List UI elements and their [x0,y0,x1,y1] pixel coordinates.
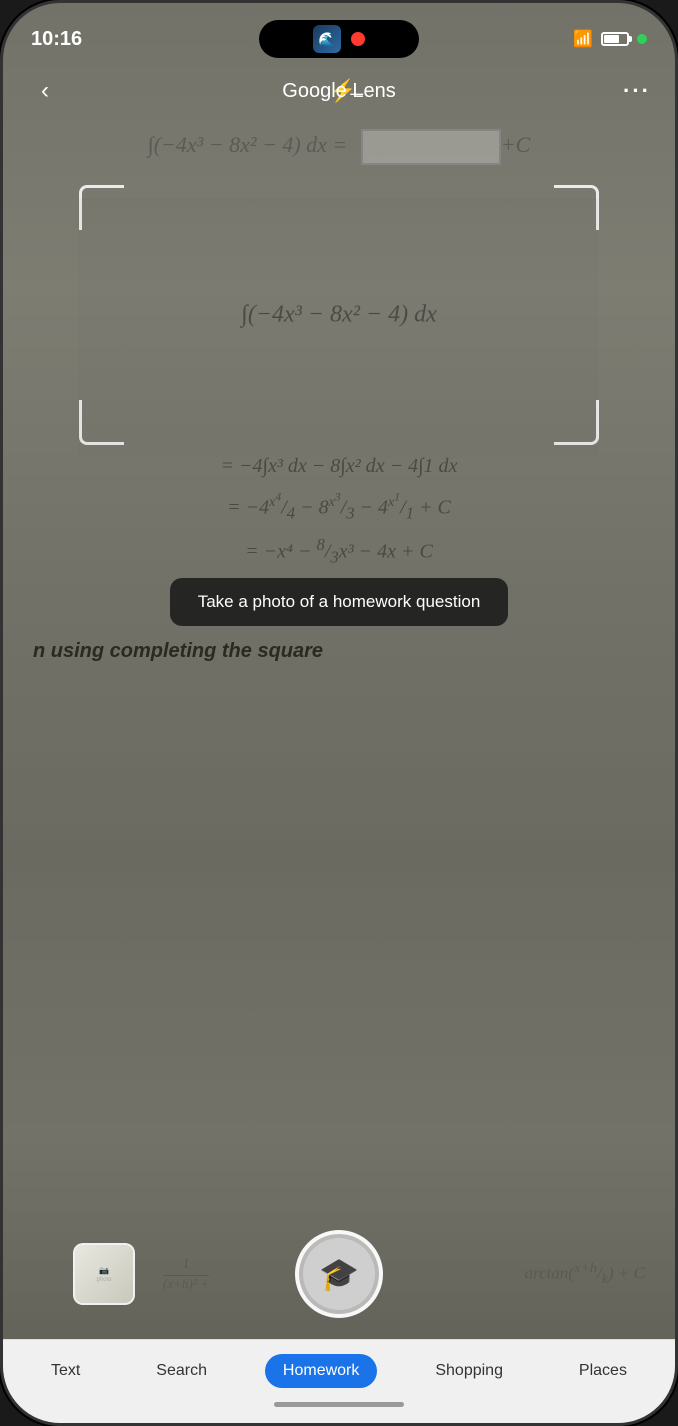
math-solution-area: = −4∫x³ dx − 8∫x² dx − 4∫1 dx = −4x4/4 −… [3,455,675,568]
top-math-equation: ∫(−4x³ − 8x² − 4) dx = +C [43,129,635,165]
tab-text[interactable]: Text [33,1354,98,1388]
app-thumbnail: 🌊 [313,25,341,53]
more-options-button[interactable]: ··· [623,78,651,104]
answer-box [361,129,501,165]
math-line-2: = −4x4/4 − 8x3/3 − 4x1/1 + C [227,490,451,523]
home-indicator [3,1394,675,1423]
thumbnail-inner: 📷 photo [75,1245,133,1303]
tab-shopping[interactable]: Shopping [417,1354,521,1388]
tab-places[interactable]: Places [561,1354,645,1388]
status-time: 10:16 [31,28,82,51]
fraction-right: arctan(x+h/k) + C [525,1260,645,1288]
graduation-cap-icon: 🎓 [319,1255,359,1293]
battery-icon [601,32,629,46]
bottom-controls: 📷 photo 1 (x+h)² + 🎓 arctan(x+h/k) + C [3,1209,675,1423]
homework-tooltip: Take a photo of a homework question [170,578,509,626]
math-line-3: = −x⁴ − 8/3x³ − 4x + C [245,535,433,568]
record-dot-icon [351,32,365,46]
completing-square-label: n using completing the square [33,640,323,662]
viewfinder-clear-area [78,198,598,458]
gallery-thumbnail[interactable]: 📷 photo [73,1243,135,1305]
phone-frame: 10:16 🌊 📶 ‹ ⚡̶ Google Lens ··· [0,0,678,1426]
tab-search[interactable]: Search [138,1354,225,1388]
status-icons: 📶 [573,29,647,49]
tab-bar: Text Search Homework Shopping Places [3,1339,675,1394]
math-line-1: = −4∫x³ dx − 8∫x² dx − 4∫1 dx [221,455,458,478]
app-header: ‹ ⚡̶ Google Lens ··· [3,63,675,119]
dynamic-island-container: 🌊 [259,20,419,58]
math-top-area: ∫(−4x³ − 8x² − 4) dx = +C [3,119,675,175]
wifi-icon: 📶 [573,29,593,49]
tooltip-text: Take a photo of a homework question [198,592,481,611]
camera-controls-row: 📷 photo 1 (x+h)² + 🎓 arctan(x+h/k) + C [3,1209,675,1339]
home-bar [274,1402,404,1407]
status-bar: 10:16 🌊 📶 [3,3,675,63]
back-button[interactable]: ‹ [27,77,63,105]
completing-square-text: n using completing the square [3,640,675,663]
fraction-left: 1 (x+h)² + [163,1256,209,1292]
dynamic-island: 🌊 [259,20,419,58]
shutter-button[interactable]: 🎓 [295,1230,383,1318]
shutter-inner: 🎓 [303,1238,375,1310]
app-title: Google Lens [282,80,395,103]
green-dot-icon [637,34,647,44]
tab-homework[interactable]: Homework [265,1354,377,1388]
battery-fill [604,35,619,43]
